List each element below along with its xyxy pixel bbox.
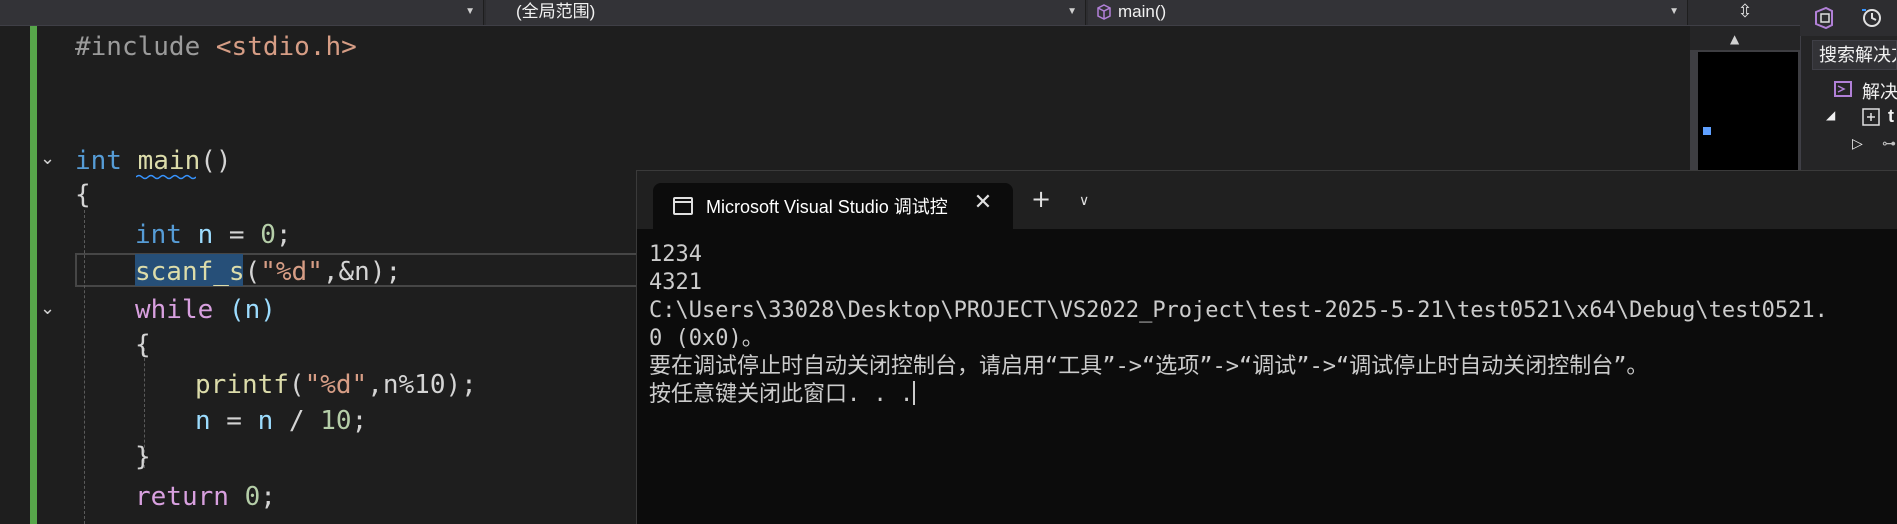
debug-console-window[interactable]: Microsoft Visual Studio 调试控 ✕ + ∨ 1234 43… <box>636 170 1897 524</box>
references-icon: ⊶ <box>1882 135 1896 151</box>
solution-node-label[interactable]: 解决 <box>1862 78 1897 104</box>
code-line-assign: n = n / 10; <box>195 406 368 436</box>
console-output[interactable]: 1234 4321 C:\Users\33028\Desktop\PROJECT\V… <box>649 241 1828 409</box>
code-line-inner-close: } <box>135 442 151 472</box>
console-titlebar: Microsoft Visual Studio 调试控 ✕ + ∨ <box>637 171 1897 229</box>
history-icon[interactable] <box>1860 6 1884 30</box>
code-line-main: int main() <box>75 146 232 176</box>
solution-icon <box>1834 81 1852 97</box>
solution-search-input[interactable]: 搜索解决方 <box>1812 40 1897 70</box>
console-line: 要在调试停止时自动关闭控制台，请启用“工具”->“选项”->“调试”->“调试停… <box>649 354 1649 379</box>
chevron-down-icon: ▼ <box>1067 6 1077 17</box>
function-dropdown[interactable]: main() ▼ <box>1088 0 1688 25</box>
scope-label: (全局范围) <box>516 2 596 21</box>
collapse-chevron-icon[interactable]: ⌄ <box>40 150 58 168</box>
function-label: main() <box>1118 2 1167 21</box>
console-line: 1234 <box>649 242 702 267</box>
console-line: 0 (0x0)。 <box>649 326 764 351</box>
code-line-while: while (n) <box>135 295 276 325</box>
console-tab[interactable]: Microsoft Visual Studio 调试控 ✕ <box>653 183 1013 229</box>
console-tab-title: Microsoft Visual Studio 调试控 <box>706 197 948 217</box>
scope-dropdown[interactable]: (全局范围) ▼ <box>486 0 1086 25</box>
method-cube-icon <box>1097 4 1111 20</box>
scroll-up-icon[interactable]: ▲ <box>1730 32 1739 46</box>
editor-gutter <box>0 26 30 524</box>
navigation-bar: ▼ (全局范围) ▼ main() ▼ ⇳ <box>0 0 1800 26</box>
code-line-include: #include <stdio.h> <box>75 32 357 62</box>
code-line-printf: printf("%d",n%10); <box>195 370 477 400</box>
tab-dropdown-icon[interactable]: ∨ <box>1079 187 1089 215</box>
console-line: 按任意键关闭此窗口. . . <box>649 382 914 407</box>
code-line-inner-open: { <box>135 330 151 360</box>
text-cursor <box>913 381 916 405</box>
error-squiggle <box>136 174 196 180</box>
chevron-down-icon: ▼ <box>465 6 475 17</box>
vs-home-icon[interactable] <box>1812 6 1836 30</box>
console-line: 4321 <box>649 270 702 295</box>
split-window-icon[interactable]: ⇳ <box>1690 0 1800 25</box>
solution-explorer-toolbar <box>1800 0 1897 36</box>
collapse-chevron-icon[interactable]: ⌄ <box>40 300 58 318</box>
console-line: C:\Users\33028\Desktop\PROJECT\VS2022_Pr… <box>649 298 1828 323</box>
console-prompt-row: 按任意键关闭此窗口. . . <box>649 381 1828 409</box>
cpp-project-icon <box>1862 108 1880 126</box>
change-tracking-bar <box>30 26 37 524</box>
project-dropdown[interactable]: ▼ <box>0 0 484 25</box>
expand-triangle-icon[interactable]: ◢ <box>1826 108 1835 122</box>
chevron-down-icon: ▼ <box>1669 6 1679 17</box>
close-tab-icon[interactable]: ✕ <box>971 191 995 215</box>
collapsed-triangle-icon[interactable]: ▷ <box>1852 135 1863 152</box>
indent-guide <box>84 210 85 524</box>
new-tab-icon[interactable]: + <box>1031 185 1051 213</box>
minimap-preview <box>1698 52 1798 172</box>
project-node-label[interactable]: t <box>1888 106 1894 127</box>
minimap-marker <box>1703 127 1711 135</box>
code-line-declaration: int n = 0; <box>135 220 292 250</box>
code-line-open-brace: { <box>75 180 91 210</box>
terminal-icon <box>673 197 693 215</box>
code-line-return: return 0; <box>135 482 276 512</box>
code-line-scanf: scanf_s("%d",&n); <box>135 257 402 287</box>
